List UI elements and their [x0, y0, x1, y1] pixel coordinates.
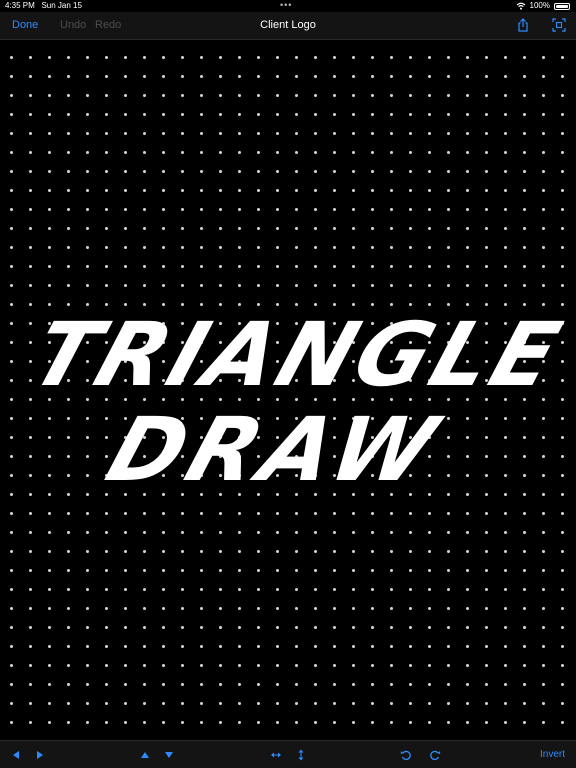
logo-line-2: DRAW [95, 399, 453, 501]
status-time-date: 4:35 PM Sun Jan 15 [5, 0, 82, 12]
status-time: 4:35 PM [5, 1, 35, 10]
rotate-cw-icon[interactable] [429, 749, 441, 761]
battery-percent: 100% [529, 1, 550, 10]
bottom-toolbar: Invert [0, 740, 576, 768]
invert-button[interactable]: Invert [540, 749, 565, 760]
flip-vertical-icon[interactable] [295, 749, 307, 761]
wifi-icon [516, 2, 525, 10]
rotate-ccw-icon[interactable] [400, 749, 412, 761]
status-bar: 4:35 PM Sun Jan 15 ••• 100% [0, 0, 576, 12]
flip-horizontal-icon[interactable] [270, 749, 282, 761]
share-icon[interactable] [516, 18, 530, 32]
status-date: Sun Jan 15 [41, 1, 82, 10]
multitasking-dots[interactable]: ••• [280, 0, 292, 10]
drawing-canvas[interactable]: TRIANGLE DRAW [0, 40, 576, 740]
triangle-down-icon[interactable] [163, 749, 175, 761]
triangle-draw-logo: TRIANGLE DRAW [19, 310, 575, 501]
fullscreen-capture-icon[interactable] [552, 18, 566, 32]
triangle-left-icon[interactable] [10, 749, 22, 761]
nav-bar: Done Undo Redo Client Logo [0, 12, 576, 40]
logo-line-1: TRIANGLE [19, 310, 575, 406]
triangle-right-icon[interactable] [34, 749, 46, 761]
triangle-up-icon[interactable] [139, 749, 151, 761]
status-right: 100% [516, 0, 570, 12]
page-title: Client Logo [260, 19, 316, 31]
battery-icon [554, 2, 570, 10]
